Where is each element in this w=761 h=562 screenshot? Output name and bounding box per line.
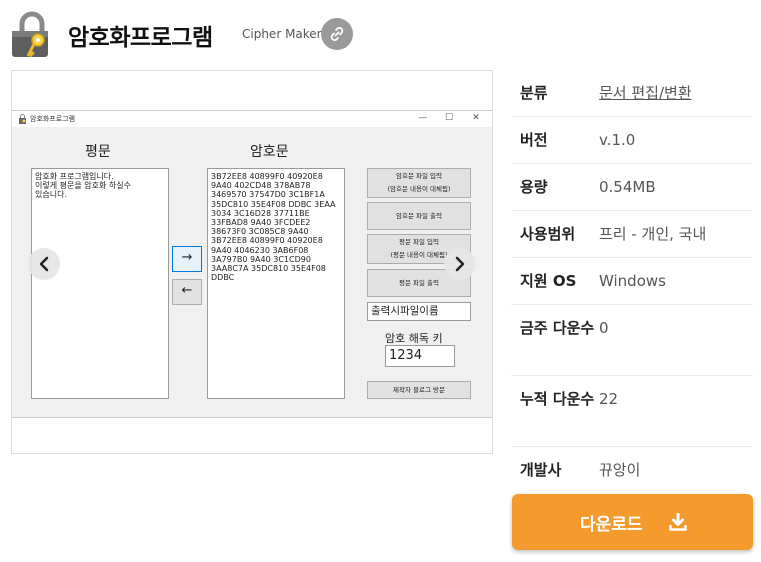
info-row-total-downloads: 누적 다운수 22 <box>511 376 753 447</box>
total-downloads-label: 누적 다운수 <box>520 390 595 408</box>
developer-value: 뀨앙이 <box>599 461 641 479</box>
window-title: 암호화프로그램 <box>30 115 76 123</box>
ciphertext-label: 암호문 <box>250 144 289 160</box>
padlock-icon <box>19 114 26 124</box>
decrypt-arrow-button: ← <box>172 279 202 305</box>
encrypt-arrow-button: → <box>172 246 202 272</box>
copy-link-button[interactable] <box>321 18 353 50</box>
size-value: 0.54MB <box>599 178 656 196</box>
cipher-file-output-label: 암호문 파일 출력 <box>396 211 442 220</box>
ciphertext-area: 3B72EE8 40899F0 40920E8 9A40 402CD48 378… <box>207 168 345 399</box>
version-label: 버전 <box>520 131 548 149</box>
download-label: 다운로드 <box>580 515 643 535</box>
license-value: 프리 - 개인, 국내 <box>599 225 707 243</box>
category-link[interactable]: 문서 편집/변환 <box>599 81 692 105</box>
close-button: ✕ <box>472 113 480 123</box>
category-label: 분류 <box>520 84 548 102</box>
app-info-table: 분류 문서 편집/변환 버전 v.1.0 용량 0.54MB 사용범위 프리 -… <box>511 70 753 492</box>
cipher-file-input-button: 암호문 파일 입력 (암호문 내용이 대체됨) <box>367 168 471 198</box>
cipher-file-output-button: 암호문 파일 출력 <box>367 202 471 230</box>
total-downloads-value: 22 <box>599 390 619 408</box>
info-row-weekly-downloads: 금주 다운수 0 <box>511 305 753 376</box>
info-row-category: 분류 문서 편집/변환 <box>511 70 753 117</box>
padlock-key-icon <box>12 11 48 58</box>
developer-label: 개발사 <box>520 461 562 479</box>
plaintext-label: 평문 <box>85 144 111 160</box>
weekly-downloads-value: 0 <box>599 319 609 337</box>
chevron-right-icon <box>455 256 465 272</box>
info-row-developer: 개발사 뀨앙이 <box>511 447 753 492</box>
cipher-file-input-note: (암호문 내용이 대체됨) <box>387 185 451 193</box>
download-button[interactable]: 다운로드 <box>512 494 753 550</box>
info-row-size: 용량 0.54MB <box>511 164 753 211</box>
carousel-prev-button[interactable] <box>28 248 60 280</box>
cipher-file-input-label: 암호문 파일 입력 <box>396 172 442 180</box>
download-icon <box>669 513 687 531</box>
window-titlebar: 암호화프로그램 — ☐ ✕ <box>12 111 492 127</box>
decrypt-key-field: 1234 <box>385 345 455 367</box>
screenshot-carousel: 암호화프로그램 — ☐ ✕ 평문 암호문 암호화 프로그램입니다. 이렇게 평문… <box>11 70 493 454</box>
plain-file-input-label: 평문 파일 입력 <box>398 238 439 246</box>
maximize-button: ☐ <box>444 113 454 123</box>
app-title: 암호화프로그램 <box>68 25 213 51</box>
blog-visit-button: 제작자 블로그 방문 <box>367 381 471 399</box>
version-value: v.1.0 <box>599 131 636 149</box>
os-value: Windows <box>599 272 666 290</box>
decrypt-key-label: 암호 해독 키 <box>385 332 443 345</box>
app-screenshot: 암호화프로그램 — ☐ ✕ 평문 암호문 암호화 프로그램입니다. 이렇게 평문… <box>12 110 492 418</box>
plaintext-area: 암호화 프로그램입니다. 이렇게 평문을 암호화 하실수 있습니다. <box>31 168 169 399</box>
size-label: 용량 <box>520 178 548 196</box>
output-filename-field: 출력시파일이름 <box>367 302 471 321</box>
link-icon <box>330 27 344 41</box>
page-header: 암호화프로그램 Cipher Maker <box>0 0 761 66</box>
license-label: 사용범위 <box>520 225 576 243</box>
os-label: 지원 OS <box>520 272 577 290</box>
weekly-downloads-label: 금주 다운수 <box>520 319 595 337</box>
carousel-next-button[interactable] <box>444 248 476 280</box>
minimize-button: — <box>418 113 428 123</box>
info-row-license: 사용범위 프리 - 개인, 국내 <box>511 211 753 258</box>
info-row-version: 버전 v.1.0 <box>511 117 753 164</box>
info-row-os: 지원 OS Windows <box>511 258 753 305</box>
app-subtitle: Cipher Maker <box>242 27 322 41</box>
chevron-left-icon <box>39 256 49 272</box>
blog-visit-label: 제작자 블로그 방문 <box>393 385 445 394</box>
